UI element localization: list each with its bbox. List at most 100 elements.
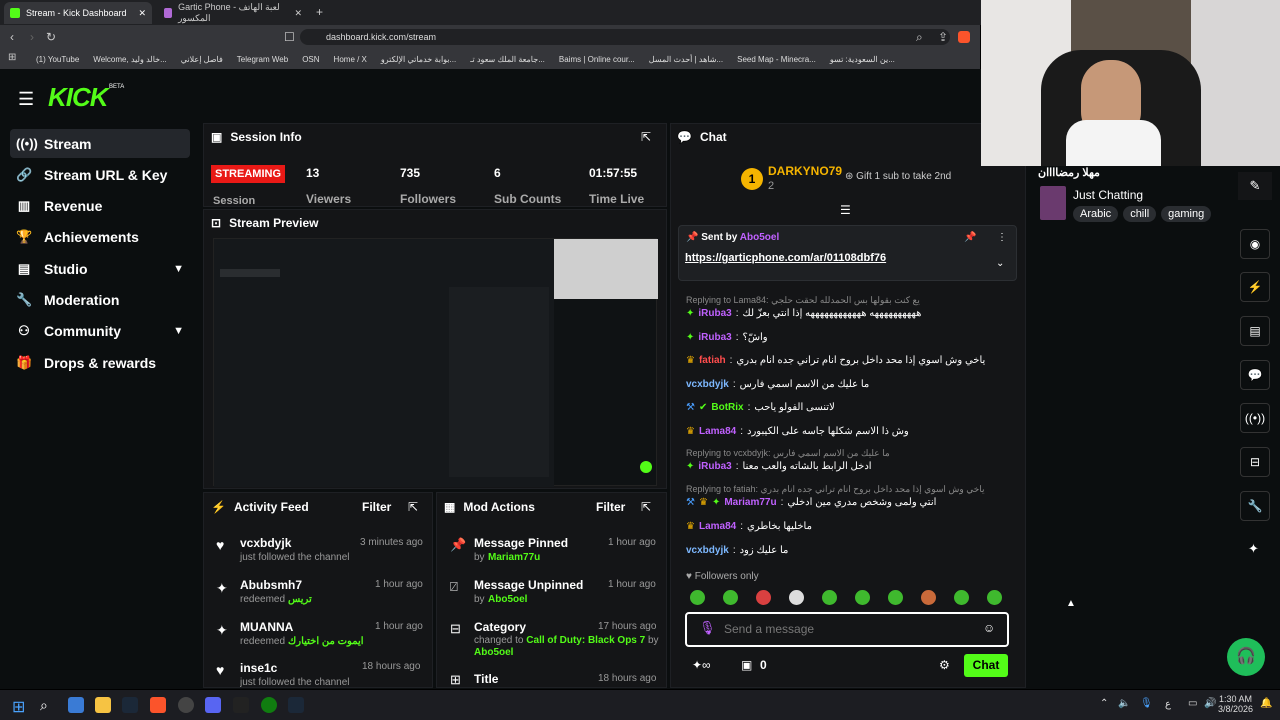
chat-username[interactable]: fatiah — [699, 355, 726, 366]
bookmark-item[interactable]: Baims | Online cour... — [559, 55, 635, 64]
settings-gear-icon[interactable]: ⚙ — [939, 658, 950, 672]
community-icon[interactable]: ✦ — [1248, 541, 1259, 557]
emote-icon[interactable] — [690, 590, 705, 605]
hamburger-menu-icon[interactable]: ☰ — [18, 89, 34, 110]
notifications-icon[interactable]: 🔔 — [1260, 698, 1272, 709]
bookmark-item[interactable]: شاهد | أحدث المسل... — [649, 55, 723, 64]
tag[interactable]: gaming — [1161, 206, 1212, 222]
emote-icon[interactable] — [855, 590, 870, 605]
tab-gartic-phone[interactable]: Gartic Phone - لعبة الهاتف المكسور ✕ — [158, 2, 308, 24]
sidebar-item-community[interactable]: ⚇ Community ▼ — [10, 316, 190, 345]
camera-icon[interactable]: ◉ — [1240, 229, 1270, 259]
emote-icon[interactable] — [954, 590, 969, 605]
sidebar-item-stream-url[interactable]: 🔗 Stream URL & Key — [10, 160, 190, 189]
zoom-icon[interactable]: ⌕ — [916, 30, 923, 45]
pinned-user[interactable]: Abo5oel — [740, 232, 779, 243]
close-tab-icon[interactable]: ✕ — [294, 8, 302, 19]
new-tab-icon[interactable]: + — [316, 5, 323, 19]
chat-bubble-icon[interactable]: 💬 — [1240, 360, 1270, 390]
emote-icon[interactable] — [822, 590, 837, 605]
tray-chevron-icon[interactable]: ⌃ — [1100, 698, 1108, 709]
category-name[interactable]: Just Chatting — [1073, 188, 1143, 202]
chatgpt-icon[interactable] — [178, 697, 194, 713]
file-explorer-icon[interactable] — [95, 697, 111, 713]
network-icon[interactable]: ▭ — [1188, 698, 1197, 709]
sidebar-item-drops[interactable]: 🎁 Drops & rewards — [10, 348, 190, 377]
bookmark-item[interactable]: ين السعودية: تسو... — [830, 55, 895, 64]
tag[interactable]: Arabic — [1073, 206, 1119, 222]
chat-username[interactable]: vcxbdyjk — [686, 545, 729, 556]
chest-icon[interactable]: ▣ — [741, 658, 752, 672]
emote-icon[interactable] — [888, 590, 903, 605]
bookmark-item[interactable]: Telegram Web — [237, 55, 288, 64]
forward-icon[interactable]: › — [30, 30, 34, 44]
unpin-icon[interactable]: 📌 — [964, 232, 976, 243]
chat-username[interactable]: iRuba3 — [698, 308, 731, 319]
mod-user[interactable]: Abo5oel — [474, 647, 513, 658]
emote-icon[interactable] — [789, 590, 804, 605]
more-options-icon[interactable]: ⋮ — [997, 232, 1007, 243]
emote-icon[interactable] — [921, 590, 936, 605]
speaker-icon[interactable]: 🔈 — [1118, 698, 1130, 709]
support-headset-icon[interactable]: 🎧 — [1227, 638, 1265, 676]
xbox-icon[interactable] — [261, 697, 277, 713]
discord-icon[interactable] — [205, 697, 221, 713]
sidebar-item-revenue[interactable]: ▥ Revenue — [10, 191, 190, 220]
bookmark-icon[interactable]: ☐ — [284, 30, 295, 44]
chat-username[interactable]: vcxbdyjk — [686, 379, 729, 390]
brave-shield-icon[interactable] — [958, 31, 970, 43]
steam-icon[interactable] — [122, 697, 138, 713]
microphone-icon[interactable]: 🎙 — [699, 620, 716, 636]
search-icon[interactable]: ⌕ — [40, 697, 48, 714]
chat-username[interactable]: Lama84 — [699, 426, 736, 437]
apps-grid-icon[interactable]: ⊞ — [8, 52, 16, 63]
mod-user[interactable]: Abo5oel — [488, 594, 527, 605]
bookmark-item[interactable]: فاصل إعلاني — [181, 55, 223, 64]
gift-sub-prompt[interactable]: ⊛ Gift 1 sub to take 2nd — [845, 171, 951, 182]
chat-input-placeholder[interactable]: Send a message — [724, 622, 814, 636]
chevron-down-icon[interactable]: ⌄ — [996, 258, 1004, 269]
share-icon[interactable]: ⇪ — [938, 30, 948, 44]
bookmark-item[interactable]: Welcome, خالد وليد... — [93, 55, 166, 64]
pinned-link[interactable]: https://garticphone.com/ar/01108dbf76 — [685, 252, 886, 264]
kick-logo[interactable]: KICK — [48, 82, 109, 113]
app-icon[interactable] — [233, 697, 249, 713]
bookmark-item[interactable]: (1) YouTube — [36, 55, 79, 64]
lightning-icon[interactable]: ⚡ — [1240, 272, 1270, 302]
chat-username[interactable]: Mariam77u — [724, 497, 776, 508]
category-thumbnail[interactable] — [1040, 186, 1066, 220]
close-tab-icon[interactable]: ✕ — [138, 8, 146, 19]
layout-icon[interactable]: ⊟ — [1240, 447, 1270, 477]
popout-icon[interactable]: ⇱ — [641, 500, 651, 514]
popout-icon[interactable]: ⇱ — [641, 130, 651, 144]
back-icon[interactable]: ‹ — [10, 30, 14, 44]
emoji-icon[interactable]: ☺ — [983, 621, 995, 635]
language-indicator[interactable]: ع — [1165, 699, 1171, 710]
mod-category[interactable]: Call of Duty: Black Ops 7 — [526, 635, 645, 646]
activity-user[interactable]: inse1c — [240, 661, 277, 675]
chat-username[interactable]: Lama84 — [699, 521, 736, 532]
emote-icon[interactable] — [756, 590, 771, 605]
activity-user[interactable]: MUANNA — [240, 620, 293, 634]
chat-username[interactable]: iRuba3 — [698, 332, 731, 343]
tab-kick-dashboard[interactable]: Stream - Kick Dashboard ✕ — [4, 2, 152, 24]
top-gifter-name[interactable]: DARKYNO79 — [768, 164, 842, 178]
mic-icon[interactable]: 🎙 — [1140, 698, 1153, 709]
sidebar-item-studio[interactable]: ▤ Studio ▼ — [10, 254, 190, 283]
sidebar-item-moderation[interactable]: 🔧 Moderation — [10, 285, 190, 314]
send-chat-button[interactable]: Chat — [964, 654, 1008, 677]
bookmark-item[interactable]: Seed Map - Minecra... — [737, 55, 816, 64]
collapse-icon[interactable]: ☰ — [840, 203, 851, 217]
chat-username[interactable]: BotRix — [711, 402, 743, 413]
activity-user[interactable]: Abubsmh7 — [240, 578, 302, 592]
sidebar-item-stream[interactable]: ((•)) Stream — [10, 129, 190, 158]
chat-username[interactable]: iRuba3 — [698, 461, 731, 472]
steam-icon[interactable] — [288, 697, 304, 713]
mod-filter-button[interactable]: Filter — [596, 500, 625, 514]
sidebar-item-achievements[interactable]: 🏆 Achievements — [10, 222, 190, 251]
stream-preview-video[interactable] — [213, 238, 658, 487]
gallery-icon[interactable] — [68, 697, 84, 713]
popout-icon[interactable]: ⇱ — [408, 500, 418, 514]
wrench-icon[interactable]: 🔧 — [1240, 491, 1270, 521]
document-icon[interactable]: ▤ — [1240, 316, 1270, 346]
